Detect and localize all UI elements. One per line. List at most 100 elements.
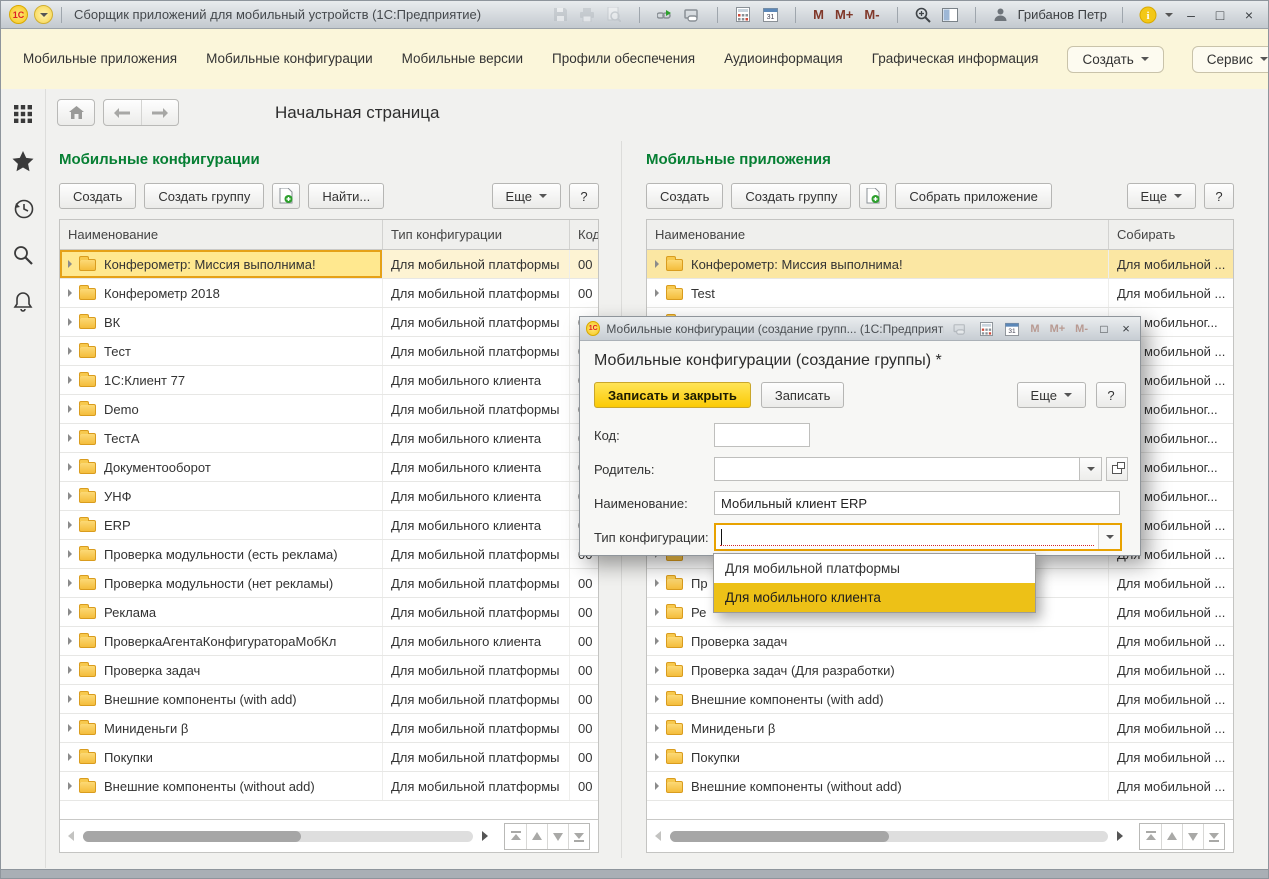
memory-m-minus-button[interactable]: M- bbox=[862, 7, 881, 22]
help-button[interactable]: ? bbox=[569, 183, 599, 209]
table-row[interactable]: Конферометр: Миссия выполнима!Для мобиль… bbox=[647, 250, 1233, 279]
home-button[interactable] bbox=[57, 99, 95, 126]
table-row[interactable]: 1С:Клиент 77Для мобильного клиента00 bbox=[60, 366, 598, 395]
info-button[interactable]: i bbox=[1138, 5, 1158, 25]
table-row[interactable]: Проверка модульности (нет рекламы)Для мо… bbox=[60, 569, 598, 598]
go-prev-button[interactable] bbox=[526, 824, 547, 849]
parent-field[interactable] bbox=[714, 457, 1080, 481]
parent-dropdown-button[interactable] bbox=[1080, 457, 1102, 481]
calculator-icon[interactable] bbox=[733, 5, 753, 25]
copy-button[interactable] bbox=[859, 183, 887, 209]
table-row[interactable]: Проверка задачДля мобильной платформы00 bbox=[60, 656, 598, 685]
zoom-icon[interactable] bbox=[913, 5, 933, 25]
create-menu-button[interactable]: Создать bbox=[1067, 46, 1163, 73]
main-menu-button[interactable] bbox=[34, 5, 53, 24]
close-button[interactable]: × bbox=[1238, 7, 1260, 23]
expand-arrow-icon[interactable] bbox=[68, 666, 72, 674]
find-button[interactable]: Найти... bbox=[308, 183, 384, 209]
search-icon[interactable] bbox=[12, 244, 34, 266]
table-row[interactable]: Проверка задачДля мобильной ... bbox=[647, 627, 1233, 656]
history-icon[interactable] bbox=[12, 197, 34, 219]
expand-arrow-icon[interactable] bbox=[655, 724, 659, 732]
copy-button[interactable] bbox=[272, 183, 300, 209]
expand-arrow-icon[interactable] bbox=[655, 289, 659, 297]
expand-arrow-icon[interactable] bbox=[68, 782, 72, 790]
current-user[interactable]: Грибанов Петр bbox=[1018, 7, 1107, 22]
expand-arrow-icon[interactable] bbox=[655, 637, 659, 645]
table-row[interactable]: Проверка модульности (есть реклама)Для м… bbox=[60, 540, 598, 569]
table-row[interactable]: ВКДля мобильной платформы00 bbox=[60, 308, 598, 337]
go-first-button[interactable] bbox=[505, 824, 526, 849]
help-button[interactable]: ? bbox=[1204, 183, 1234, 209]
code-field[interactable] bbox=[714, 423, 810, 447]
save-button[interactable]: Записать bbox=[761, 382, 845, 408]
table-row[interactable]: Конферометр: Миссия выполнима!Для мобиль… bbox=[60, 250, 598, 279]
print-preview-icon[interactable] bbox=[604, 5, 624, 25]
table-row[interactable]: ТестДля мобильной платформы00 bbox=[60, 337, 598, 366]
expand-arrow-icon[interactable] bbox=[68, 260, 72, 268]
calculator-icon[interactable] bbox=[976, 319, 996, 339]
expand-arrow-icon[interactable] bbox=[68, 695, 72, 703]
expand-arrow-icon[interactable] bbox=[68, 492, 72, 500]
column-header-type[interactable]: Тип конфигурации bbox=[383, 220, 570, 249]
expand-arrow-icon[interactable] bbox=[68, 463, 72, 471]
column-header-code[interactable]: Код bbox=[570, 220, 598, 249]
table-row[interactable]: ТестАДля мобильного клиента00 bbox=[60, 424, 598, 453]
get-link-icon[interactable] bbox=[655, 5, 675, 25]
scrollbar-thumb[interactable] bbox=[670, 831, 889, 842]
service-menu-button[interactable]: Сервис bbox=[1192, 46, 1269, 73]
expand-arrow-icon[interactable] bbox=[655, 260, 659, 268]
table-row[interactable]: Конферометр 2018Для мобильной платформы0… bbox=[60, 279, 598, 308]
go-last-button[interactable] bbox=[1203, 824, 1224, 849]
expand-arrow-icon[interactable] bbox=[68, 405, 72, 413]
table-row[interactable]: Внешние компоненты (without add)Для моби… bbox=[647, 772, 1233, 801]
name-field[interactable] bbox=[714, 491, 1120, 515]
table-row[interactable]: Миниденьги βДля мобильной платформы00 bbox=[60, 714, 598, 743]
table-row[interactable]: ПроверкаАгентаКонфигуратораМобКлДля моби… bbox=[60, 627, 598, 656]
memory-m-plus-button[interactable]: M+ bbox=[833, 7, 855, 22]
more-button[interactable]: Еще bbox=[1017, 382, 1086, 408]
table-row[interactable]: ERPДля мобильного клиента00 bbox=[60, 511, 598, 540]
expand-arrow-icon[interactable] bbox=[68, 608, 72, 616]
scroll-left-arrow[interactable] bbox=[655, 831, 661, 841]
horizontal-scrollbar[interactable] bbox=[83, 831, 473, 842]
config-type-combo[interactable] bbox=[714, 523, 1122, 551]
expand-arrow-icon[interactable] bbox=[655, 753, 659, 761]
expand-arrow-icon[interactable] bbox=[68, 318, 72, 326]
table-row[interactable]: TestДля мобильной ... bbox=[647, 279, 1233, 308]
table-row[interactable]: Внешние компоненты (without add)Для моби… bbox=[60, 772, 598, 801]
table-row[interactable]: Внешние компоненты (with add)Для мобильн… bbox=[60, 685, 598, 714]
expand-arrow-icon[interactable] bbox=[68, 521, 72, 529]
column-header-build[interactable]: Собирать bbox=[1109, 220, 1233, 249]
create-group-button[interactable]: Создать группу bbox=[731, 183, 851, 209]
save-icon[interactable] bbox=[550, 5, 570, 25]
table-row[interactable]: Миниденьги βДля мобильной ... bbox=[647, 714, 1233, 743]
table-row[interactable]: ПокупкиДля мобильной платформы00 bbox=[60, 743, 598, 772]
help-button[interactable]: ? bbox=[1096, 382, 1126, 408]
expand-arrow-icon[interactable] bbox=[68, 753, 72, 761]
more-button[interactable]: Еще bbox=[492, 183, 561, 209]
chevron-down-icon[interactable] bbox=[1165, 13, 1173, 17]
table-row[interactable]: РекламаДля мобильной платформы00 bbox=[60, 598, 598, 627]
minimize-button[interactable]: – bbox=[1180, 7, 1202, 23]
table-row[interactable]: DemoДля мобильной платформы00 bbox=[60, 395, 598, 424]
expand-arrow-icon[interactable] bbox=[68, 550, 72, 558]
save-and-close-button[interactable]: Записать и закрыть bbox=[594, 382, 751, 408]
go-prev-button[interactable] bbox=[1161, 824, 1182, 849]
menu-item-6[interactable]: Графическая информация bbox=[872, 51, 1039, 66]
notifications-bell-icon[interactable] bbox=[12, 291, 34, 313]
close-button[interactable]: × bbox=[1118, 321, 1134, 336]
table-row[interactable]: Внешние компоненты (with add)Для мобильн… bbox=[647, 685, 1233, 714]
expand-arrow-icon[interactable] bbox=[655, 782, 659, 790]
menu-item-1[interactable]: Мобильные приложения bbox=[23, 51, 177, 66]
scroll-left-arrow[interactable] bbox=[68, 831, 74, 841]
dropdown-option-2[interactable]: Для мобильного клиента bbox=[714, 583, 1035, 612]
go-first-button[interactable] bbox=[1140, 824, 1161, 849]
go-next-button[interactable] bbox=[1182, 824, 1203, 849]
expand-arrow-icon[interactable] bbox=[655, 608, 659, 616]
scrollbar-thumb[interactable] bbox=[83, 831, 301, 842]
more-button[interactable]: Еще bbox=[1127, 183, 1196, 209]
column-header-name[interactable]: Наименование bbox=[60, 220, 383, 249]
maximize-button[interactable]: □ bbox=[1096, 322, 1112, 336]
dropdown-option-1[interactable]: Для мобильной платформы bbox=[714, 554, 1035, 583]
